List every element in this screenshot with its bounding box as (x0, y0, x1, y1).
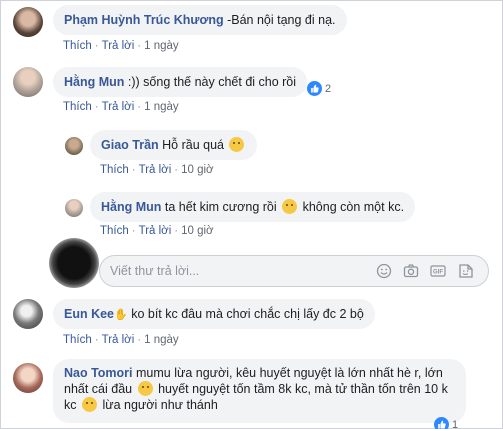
comment-text: -Bán nội tạng đi nạ. (223, 13, 336, 27)
reply-link[interactable]: Trả lời (102, 101, 135, 113)
comment-bubble: Nao Tomori mumu lừa người, kêu huyết ngu… (53, 359, 466, 423)
comment-author[interactable]: Eun Kee (64, 307, 114, 321)
comment-thread: Phạm Huỳnh Trúc Khương -Bán nội tạng đi … (0, 0, 503, 429)
comment-actions: Thích · Trả lời · 1 ngày (63, 40, 179, 52)
comment-time[interactable]: 1 ngày (144, 334, 179, 346)
sticker-icon[interactable] (458, 263, 474, 279)
reaction-summary[interactable]: 2 (307, 81, 331, 96)
emoji-icon (229, 137, 245, 152)
like-link[interactable]: Thích (63, 334, 92, 346)
comment-author[interactable]: Giao Trần (101, 138, 159, 152)
reply-link[interactable]: Trả lời (139, 164, 172, 176)
thumbs-up-icon (307, 81, 322, 96)
reply-link[interactable]: Trả lời (139, 225, 172, 237)
like-link[interactable]: Thích (100, 225, 129, 237)
comment-author[interactable]: Hằng Mun (64, 75, 124, 89)
comment-author[interactable]: Nao Tomori (64, 366, 133, 380)
comment-actions: Thích · Trả lời · 10 giờ (100, 225, 214, 237)
avatar[interactable] (13, 67, 43, 97)
comment-bubble: Hằng Mun :)) sống thế này chết đi cho rồ… (53, 67, 308, 97)
reply-bubble: Giao Trần Hỗ rầu quá (90, 130, 258, 160)
reply-link[interactable]: Trả lời (102, 40, 135, 52)
comment-bubble: Eun Kee✋ ko bít kc đâu mà chơi chắc chị … (53, 299, 375, 329)
emoji-icon (137, 381, 153, 396)
comment-text: :)) sống thế này chết đi cho rồi (124, 75, 297, 89)
comment-actions: Thích · Trả lời · 10 giờ (100, 164, 214, 176)
comment-actions: Thích · Trả lời · 1 ngày (63, 101, 179, 113)
like-link[interactable]: Thích (63, 40, 92, 52)
gif-icon[interactable]: GIF (430, 263, 446, 279)
comment-time[interactable]: 1 ngày (144, 40, 179, 52)
emoji-icon[interactable] (376, 263, 392, 279)
camera-icon[interactable] (403, 263, 419, 279)
comment-text: không còn một kc. (299, 200, 405, 214)
svg-text:GIF: GIF (433, 270, 443, 276)
comment-time[interactable]: 10 giờ (181, 225, 213, 237)
like-link[interactable]: Thích (100, 164, 129, 176)
comment-time[interactable]: 1 ngày (144, 101, 179, 113)
reply-link[interactable]: Trả lời (102, 334, 135, 346)
avatar[interactable] (13, 7, 43, 37)
reaction-summary[interactable]: 1 (434, 417, 458, 429)
comment-text: ta hết kim cương rồi (161, 200, 281, 214)
avatar[interactable] (13, 299, 43, 329)
comment-author[interactable]: Phạm Huỳnh Trúc Khương (64, 13, 224, 27)
comment-bubble: Phạm Huỳnh Trúc Khương -Bán nội tạng đi … (53, 5, 347, 35)
reaction-count: 2 (325, 82, 332, 95)
reply-composer: GIF (99, 255, 489, 287)
avatar (49, 238, 99, 288)
comment-text: lừa người như thánh (98, 398, 218, 412)
like-link[interactable]: Thích (63, 101, 92, 113)
comment-time[interactable]: 10 giờ (181, 164, 213, 176)
comment-author[interactable]: Hằng Mun (101, 200, 161, 214)
reply-input[interactable] (100, 256, 360, 286)
comment-actions: Thích · Trả lời · 1 ngày (63, 334, 179, 346)
reply-bubble: Hằng Mun ta hết kim cương rồi không còn … (90, 192, 416, 222)
comment-text: Hỗ rầu quá (158, 138, 228, 152)
avatar[interactable] (65, 137, 83, 155)
avatar[interactable] (13, 363, 43, 393)
emoji-icon (282, 199, 298, 214)
thumbs-up-icon (434, 417, 449, 429)
emoji-icon (81, 397, 97, 412)
avatar[interactable] (65, 199, 83, 217)
wave-icon: ✋ (114, 309, 128, 321)
comment-text: ko bít kc đâu mà chơi chắc chị lấy đc 2 … (127, 307, 364, 321)
reaction-count: 1 (452, 418, 459, 429)
